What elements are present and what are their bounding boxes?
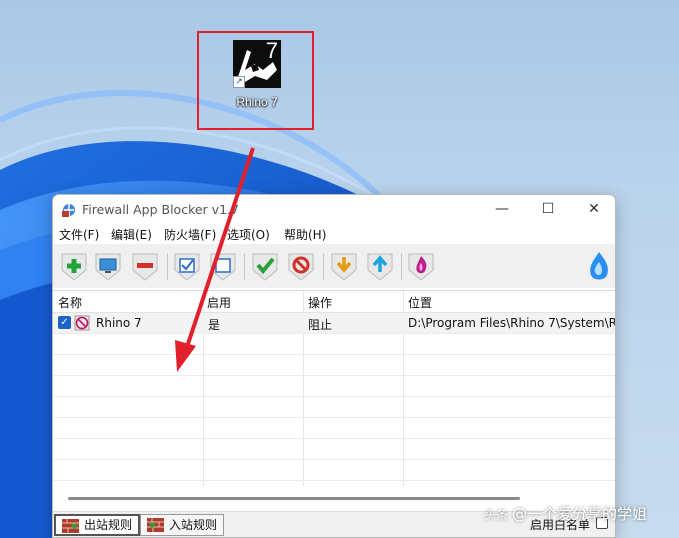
menu-options[interactable]: 选项(O) [227,226,270,243]
check-all-icon[interactable] [172,250,202,282]
toolbar-separator [167,253,168,280]
row-action: 阻止 [308,318,333,332]
tab-label: 出站规则 [84,518,133,532]
app-icon [62,204,75,217]
table-row-empty [53,376,615,397]
table-row-empty [53,355,615,376]
title-bar[interactable]: Firewall App Blocker v1.7 — ☐ ✕ [53,195,615,224]
allow-icon[interactable] [250,250,280,282]
menu-bar: 文件(F) 编辑(E) 防火墙(F) 选项(O) 帮助(H) [53,224,615,244]
maximize-button[interactable]: ☐ [525,195,571,224]
block-icon[interactable] [286,250,316,282]
close-button[interactable]: ✕ [571,195,615,224]
tab-inbound-rules[interactable]: 入站规则 [140,514,225,536]
row-enabled: 是 [208,318,221,332]
row-name: Rhino 7 [96,316,142,330]
tab-label: 入站规则 [169,518,218,532]
rules-table: 名称 启用 操作 位置 ✓ Rhino 7 是 阻止 D:\Program Fi… [53,290,615,486]
table-header: 名称 启用 操作 位置 [53,291,615,313]
menu-firewall[interactable]: 防火墙(F) [164,226,216,243]
watermark: 头条 @一个爱分享的学姐 [484,503,647,524]
highlight-box [197,31,314,130]
table-row-empty [53,418,615,439]
table-row-empty [53,334,615,355]
menu-edit[interactable]: 编辑(E) [111,226,152,243]
window-title: Firewall App Blocker v1.7 [82,202,239,217]
menu-help[interactable]: 帮助(H) [284,226,326,243]
horizontal-scrollbar[interactable] [68,497,520,500]
toolbar-separator [323,253,324,280]
table-row-empty [53,397,615,418]
export-icon[interactable] [365,250,395,282]
add-icon[interactable] [59,250,89,282]
minimize-button[interactable]: — [479,195,525,224]
tab-outbound-rules[interactable]: 出站规则 [54,514,141,536]
table-row[interactable]: ✓ Rhino 7 是 阻止 D:\Program Files\Rhino 7\… [53,313,615,334]
firewall-flame-icon[interactable] [406,250,436,282]
table-row-empty [53,439,615,460]
toolbar [53,244,615,288]
import-icon[interactable] [329,250,359,282]
watermark-text: @一个爱分享的学姐 [512,505,648,523]
table-row-empty [53,460,615,481]
column-header-location[interactable]: 位置 [408,294,432,311]
menu-file[interactable]: 文件(F) [59,226,99,243]
row-checkbox[interactable]: ✓ [58,316,71,329]
monitor-icon[interactable] [93,250,123,282]
row-location: D:\Program Files\Rhino 7\System\Rhino.ex… [408,316,615,330]
column-header-enabled[interactable]: 启用 [207,294,231,311]
blocked-app-icon [74,315,90,331]
remove-icon[interactable] [130,250,160,282]
toolbar-separator [401,253,402,280]
firewall-app-blocker-window: Firewall App Blocker v1.7 — ☐ ✕ 文件(F) 编辑… [52,194,616,538]
uncheck-all-icon[interactable] [208,250,238,282]
outbound-rule-icon [62,519,79,533]
watermark-logo: 头条 [484,508,509,522]
toolbar-separator [244,253,245,280]
inbound-rule-icon [147,518,164,532]
column-header-action[interactable]: 操作 [308,294,332,311]
water-drop-icon [585,250,613,284]
column-header-name[interactable]: 名称 [58,294,82,311]
